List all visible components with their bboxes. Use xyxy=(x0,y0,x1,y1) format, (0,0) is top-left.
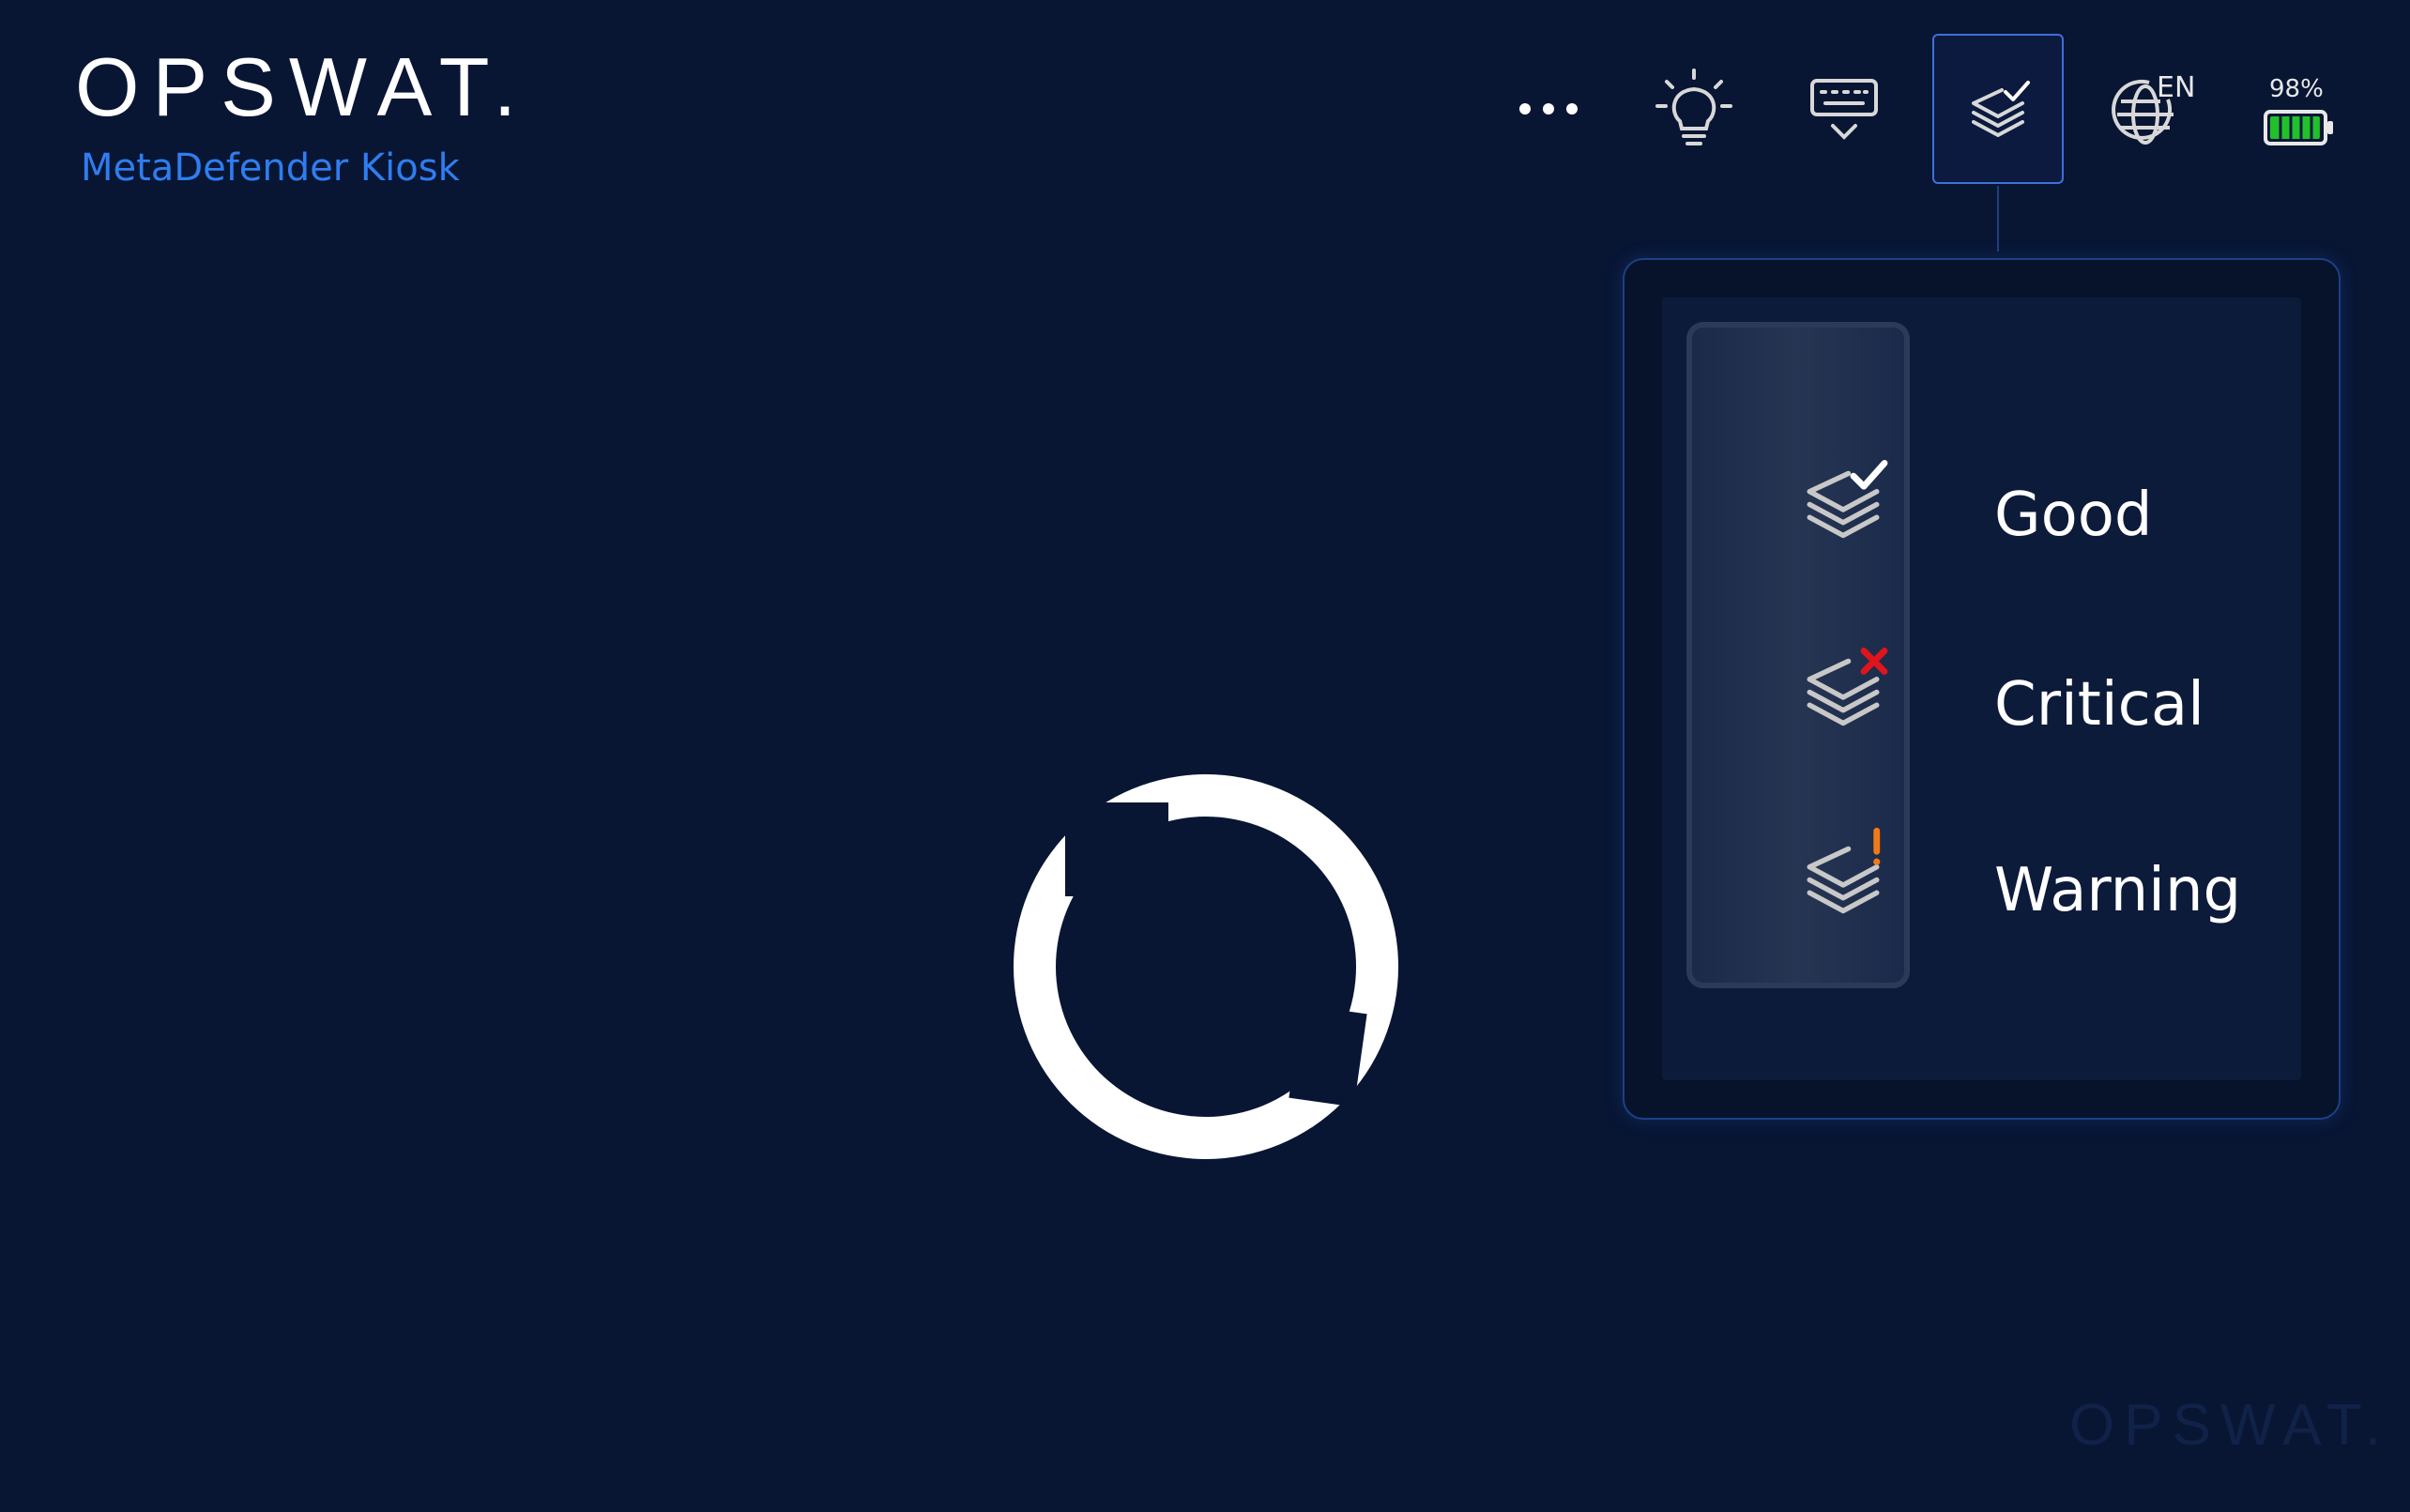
battery-percent: 98% xyxy=(2269,75,2324,103)
battery-icon xyxy=(2264,110,2333,145)
loading-spinner-icon xyxy=(1014,774,1398,1159)
top-toolbar: EN 98% xyxy=(1483,34,2346,184)
layers-x-icon xyxy=(1807,648,1888,726)
status-row-good: Good xyxy=(1624,415,2339,584)
layers-check-icon xyxy=(1807,460,1888,539)
opswat-logo: OPSWAT. xyxy=(75,40,530,133)
opswat-watermark: OPSWAT. xyxy=(2069,1393,2391,1458)
product-name: MetaDefender Kiosk xyxy=(81,146,460,190)
status-row-critical: Critical xyxy=(1624,603,2339,771)
status-legend-panel: Good Critical Warning xyxy=(1623,258,2341,1120)
language-code: EN xyxy=(2157,71,2196,104)
status-button[interactable] xyxy=(1932,34,2064,184)
layers-check-icon xyxy=(1972,81,2030,137)
status-row-warning: Warning xyxy=(1624,790,2339,959)
status-label-warning: Warning xyxy=(1994,856,2242,925)
popover-connector xyxy=(1997,186,1999,252)
language-button[interactable]: EN xyxy=(2083,34,2215,184)
more-dots-icon xyxy=(1519,103,1578,115)
lightbulb-icon xyxy=(1655,69,1732,145)
hint-button[interactable] xyxy=(1628,34,1760,184)
keyboard-icon xyxy=(1810,79,1878,140)
status-label-good: Good xyxy=(1994,481,2153,550)
layers-exclamation-icon xyxy=(1807,827,1881,914)
status-label-critical: Critical xyxy=(1994,670,2204,740)
battery-indicator: 98% xyxy=(2234,34,2365,184)
keyboard-button[interactable] xyxy=(1778,34,1910,184)
brand: OPSWAT. MetaDefender Kiosk xyxy=(75,40,530,191)
more-button[interactable] xyxy=(1483,34,1614,184)
